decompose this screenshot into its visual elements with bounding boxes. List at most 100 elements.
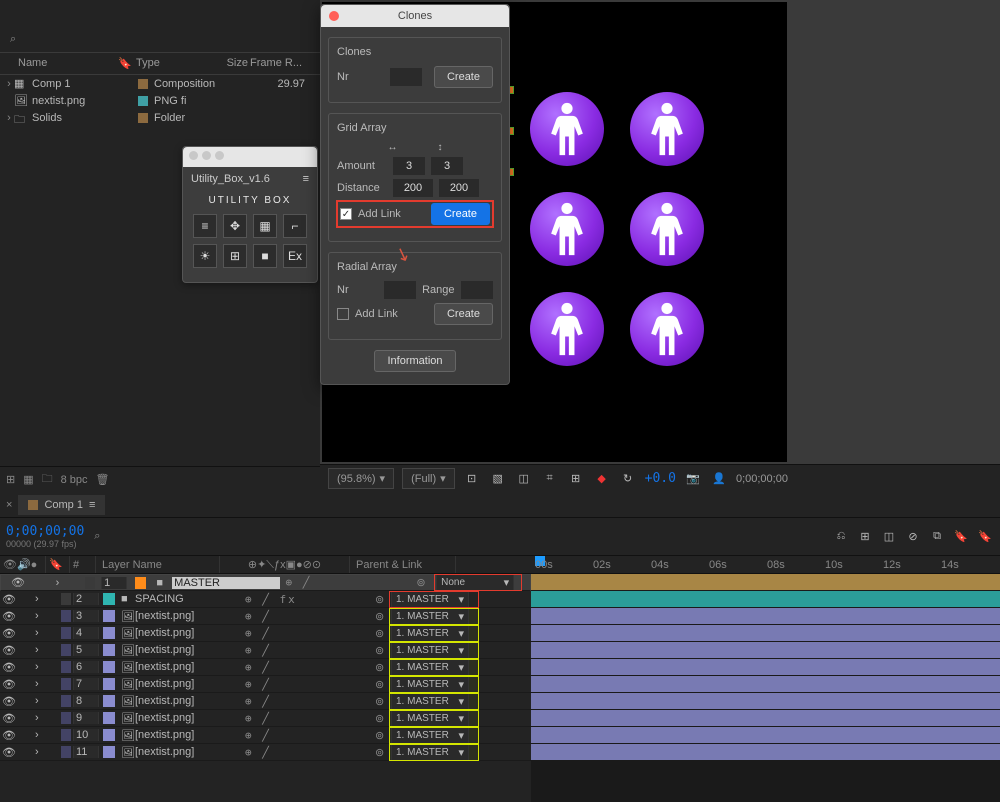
tab-comp1[interactable]: Comp 1 ≡	[18, 495, 105, 515]
orb-3[interactable]	[630, 92, 704, 166]
utilbox-elbow-button[interactable]: ⌐	[283, 214, 307, 238]
zoom-select[interactable]: (95.8%) ▾	[328, 468, 394, 489]
parent-select[interactable]: 1. MASTER▾	[391, 744, 469, 761]
grid-create-button[interactable]: Create	[431, 203, 490, 225]
layer-row[interactable]: 👁 › 1 ■ MASTER ⊕ ╱ ⊚ None▾	[0, 574, 531, 591]
mask-icon[interactable]: ◫	[515, 470, 533, 488]
utilbox-mosaic-button[interactable]: ⊞	[223, 244, 247, 268]
snapshot-icon[interactable]: 📷	[684, 470, 702, 488]
utilbox-anchor-button[interactable]: ✥	[223, 214, 247, 238]
parent-select[interactable]: 1. MASTER▾	[391, 608, 469, 625]
visibility-toggle[interactable]: 👁	[0, 729, 11, 742]
roi-icon[interactable]: ⌗	[541, 470, 559, 488]
utilbox-grid-button[interactable]: ▦	[253, 214, 277, 238]
new-folder-icon[interactable]: 🗀	[42, 470, 53, 489]
layer-row[interactable]: 👁 › 8 🖼 [nextist.png] ⊕ ╱ ⊚ 1. MASTER▾	[0, 693, 531, 710]
layer-row[interactable]: 👁 › 6 🖼 [nextist.png] ⊕ ╱ ⊚ 1. MASTER▾	[0, 659, 531, 676]
utilbox-camera-button[interactable]: ■	[253, 244, 277, 268]
clones-nr-input[interactable]	[390, 68, 422, 86]
trash-icon[interactable]: 🗑	[96, 473, 110, 486]
clones-create-button[interactable]: Create	[434, 66, 493, 88]
interpret-footage-icon[interactable]: ⊞	[6, 473, 15, 486]
utilbox-align-button[interactable]: ≡	[193, 214, 217, 238]
visibility-toggle[interactable]: 👁	[9, 576, 20, 589]
orb-2[interactable]	[530, 92, 604, 166]
utilbox-ex-button[interactable]: Ex	[283, 244, 307, 268]
layer-row[interactable]: 👁 › 4 🖼 [nextist.png] ⊕ ╱ ⊚ 1. MASTER▾	[0, 625, 531, 642]
parent-select[interactable]: None▾	[436, 574, 514, 591]
visibility-toggle[interactable]: 👁	[0, 644, 11, 657]
comp-mini-flowchart-icon[interactable]: ⎌	[832, 528, 850, 546]
visibility-toggle[interactable]: 👁	[0, 678, 11, 691]
layer-row[interactable]: 👁 › 2 ■ SPACING ⊕ ╱ fx ⊚ 1. MASTER▾	[0, 591, 531, 608]
graph-editor-icon[interactable]: ⧉	[928, 528, 946, 546]
orb-9[interactable]	[630, 292, 704, 366]
timeline-search-input[interactable]	[114, 531, 314, 543]
parent-select[interactable]: 1. MASTER▾	[391, 642, 469, 659]
close-icon[interactable]	[329, 11, 339, 21]
visibility-toggle[interactable]: 👁	[0, 746, 11, 759]
draft3d-icon[interactable]: ⊞	[856, 528, 874, 546]
tag-icon-2[interactable]: 🔖	[976, 528, 994, 546]
utility-box-panel[interactable]: Utility_Box_v1.6≡ UTILITY BOX ≡✥▦⌐☀⊞■Ex	[182, 146, 318, 283]
new-comp-icon[interactable]: ▦	[23, 473, 33, 486]
grid-distance-x-input[interactable]	[393, 179, 433, 197]
visibility-toggle[interactable]: 👁	[0, 695, 11, 708]
layer-row[interactable]: 👁 › 9 🖼 [nextist.png] ⊕ ╱ ⊚ 1. MASTER▾	[0, 710, 531, 727]
motion-blur-icon[interactable]: ⊘	[904, 528, 922, 546]
radial-add-link-checkbox[interactable]	[337, 308, 349, 320]
show-snapshot-icon[interactable]: 👤	[710, 470, 728, 488]
tab-close-icon[interactable]: ×	[6, 499, 12, 511]
transparency-grid-icon[interactable]: ▧	[489, 470, 507, 488]
utility-box-titlebar[interactable]	[183, 147, 317, 167]
visibility-toggle[interactable]: 👁	[0, 661, 11, 674]
clones-dialog[interactable]: Clones Clones Nr Create Grid Array ↔ ↕ A…	[320, 4, 510, 385]
layer-row[interactable]: 👁 › 5 🖼 [nextist.png] ⊕ ╱ ⊚ 1. MASTER▾	[0, 642, 531, 659]
project-search-input[interactable]	[20, 26, 280, 46]
parent-select[interactable]: 1. MASTER▾	[391, 727, 469, 744]
frame-blend-icon[interactable]: ◫	[880, 528, 898, 546]
parent-select[interactable]: 1. MASTER▾	[391, 591, 469, 608]
timeline-timecode[interactable]: 0;00;00;00	[6, 524, 84, 539]
panel-menu-icon[interactable]: ≡	[303, 173, 309, 185]
parent-select[interactable]: 1. MASTER▾	[391, 625, 469, 642]
parent-select[interactable]: 1. MASTER▾	[391, 693, 469, 710]
bpc-toggle[interactable]: 8 bpc	[61, 474, 88, 486]
utilbox-sun-button[interactable]: ☀	[193, 244, 217, 268]
layer-row[interactable]: 👁 › 7 🖼 [nextist.png] ⊕ ╱ ⊚ 1. MASTER▾	[0, 676, 531, 693]
information-button[interactable]: Information	[374, 350, 455, 372]
radial-nr-input[interactable]	[384, 281, 416, 299]
channel-icon[interactable]: ◆	[593, 470, 611, 488]
preview-timecode[interactable]: 0;00;00;00	[736, 473, 788, 485]
orb-8[interactable]	[530, 292, 604, 366]
resolution-select[interactable]: (Full) ▾	[402, 468, 455, 489]
layer-row[interactable]: 👁 › 10 🖼 [nextist.png] ⊕ ╱ ⊚ 1. MASTER▾	[0, 727, 531, 744]
timeline-tracks[interactable]: 00s02s04s06s08s10s12s14s	[531, 556, 1000, 802]
radial-create-button[interactable]: Create	[434, 303, 493, 325]
tag-icon-1[interactable]: 🔖	[952, 528, 970, 546]
project-row[interactable]: ›🗀SolidsFolder	[0, 109, 320, 126]
project-row[interactable]: ›▦Comp 1Composition29.97	[0, 75, 320, 92]
visibility-toggle[interactable]: 👁	[0, 610, 11, 623]
grid-distance-y-input[interactable]	[439, 179, 479, 197]
parent-select[interactable]: 1. MASTER▾	[391, 710, 469, 727]
project-row[interactable]: 🖼nextist.pngPNG fi	[0, 92, 320, 109]
reset-exposure-icon[interactable]: ↻	[619, 470, 637, 488]
orb-5[interactable]	[530, 192, 604, 266]
layer-row[interactable]: 👁 › 11 🖼 [nextist.png] ⊕ ╱ ⊚ 1. MASTER▾	[0, 744, 531, 761]
parent-select[interactable]: 1. MASTER▾	[391, 676, 469, 693]
grid-add-link-checkbox[interactable]: ✓	[340, 208, 352, 220]
layer-row[interactable]: 👁 › 3 🖼 [nextist.png] ⊕ ╱ ⊚ 1. MASTER▾	[0, 608, 531, 625]
radial-range-input[interactable]	[461, 281, 493, 299]
clones-titlebar[interactable]: Clones	[321, 5, 509, 27]
exposure-value[interactable]: +0.0	[645, 471, 676, 486]
fast-preview-icon[interactable]: ⊡	[463, 470, 481, 488]
parent-select[interactable]: 1. MASTER▾	[391, 659, 469, 676]
visibility-toggle[interactable]: 👁	[0, 593, 11, 606]
grid-amount-y-input[interactable]	[431, 157, 463, 175]
visibility-toggle[interactable]: 👁	[0, 627, 11, 640]
grid-amount-x-input[interactable]	[393, 157, 425, 175]
grid-guides-icon[interactable]: ⊞	[567, 470, 585, 488]
visibility-toggle[interactable]: 👁	[0, 712, 11, 725]
orb-6[interactable]	[630, 192, 704, 266]
